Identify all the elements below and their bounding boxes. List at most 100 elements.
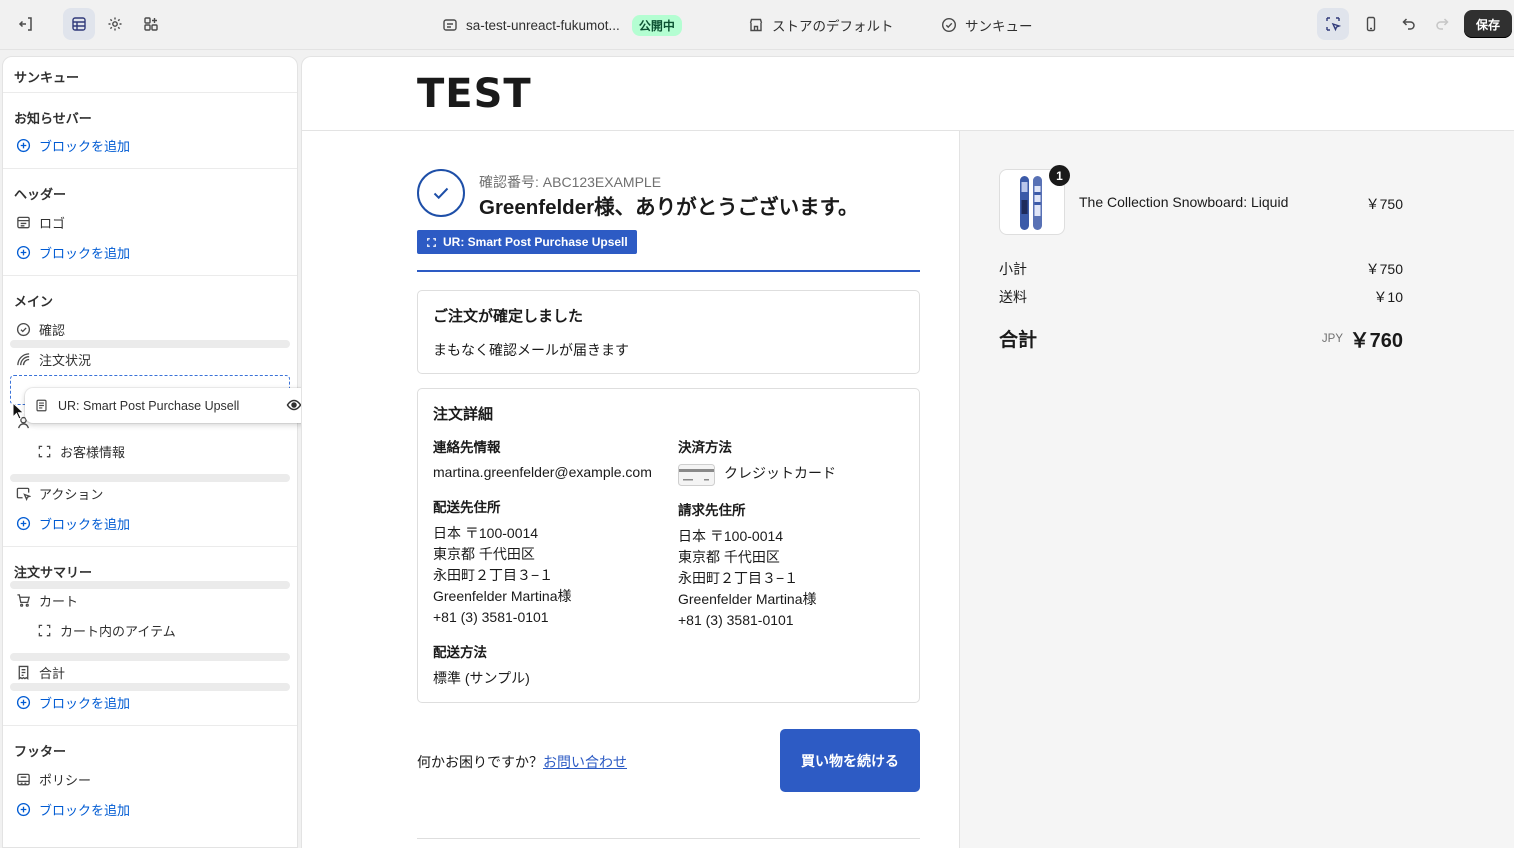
- eye-icon[interactable]: [286, 397, 302, 413]
- sections-icon[interactable]: [63, 8, 95, 40]
- divider: [3, 546, 297, 547]
- sidebar-item-label: ポリシー: [39, 772, 92, 788]
- contact-link[interactable]: お問い合わせ: [543, 754, 627, 770]
- mouse-cursor-icon: [12, 402, 26, 420]
- theme-selector[interactable]: ストアのデフォルト: [748, 0, 894, 50]
- address-line: +81 (3) 3581-0101: [433, 609, 549, 625]
- plus-circle-icon: [15, 694, 31, 710]
- sidebar-item-customer-info[interactable]: お客様情報: [36, 441, 125, 461]
- logo-block-icon: [15, 214, 31, 230]
- contact-label: 連絡先情報: [433, 440, 501, 455]
- gear-icon[interactable]: [99, 8, 131, 40]
- block-frame-icon: [36, 443, 52, 459]
- exit-icon[interactable]: [10, 8, 42, 40]
- card-title: ご注文が確定しました: [433, 308, 584, 325]
- sidebar-item-actions[interactable]: アクション: [15, 483, 103, 503]
- help-text: 何かお困りですか？お問い合わせ: [417, 752, 627, 772]
- sidebar-title: サンキュー: [14, 70, 80, 85]
- sidebar-item-confirmation[interactable]: 確認: [15, 319, 65, 339]
- sidebar-item-total[interactable]: 合計: [15, 662, 65, 682]
- action-icon: [15, 485, 31, 501]
- sidebar-item-policy[interactable]: ポリシー: [15, 769, 91, 789]
- order-status-icon: [15, 351, 31, 367]
- undo-icon[interactable]: [1393, 8, 1425, 40]
- order-summary-pane: 1 The Collection Snowboard: Liquid ￥750 …: [959, 131, 1514, 848]
- sidebar-item-order-status[interactable]: 注文状況: [15, 349, 91, 369]
- sidebar-item-label: カート内のアイテム: [60, 623, 176, 639]
- success-check-icon: [417, 169, 465, 217]
- plus-circle-icon: [15, 137, 31, 153]
- help-label: 何かお困りですか？: [417, 754, 543, 770]
- section-main-heading: メイン: [14, 294, 54, 309]
- order-confirmed-card: ご注文が確定しました まもなく確認メールが届きます: [417, 290, 920, 374]
- add-block-label: ブロックを追加: [39, 695, 131, 711]
- address-line: Greenfelder Martina様: [433, 588, 572, 604]
- sidebar-item-label: 合計: [39, 665, 66, 681]
- dragged-block[interactable]: UR: Smart Post Purchase Upsell: [25, 388, 308, 423]
- payment-label: 決済方法: [678, 440, 732, 455]
- shipping-method-label: 配送方法: [433, 645, 487, 660]
- selected-block-tag[interactable]: UR: Smart Post Purchase Upsell: [417, 230, 637, 254]
- billing-address: 日本 〒100-0014 東京都 千代田区 永田町２丁目３−１ Greenfel…: [678, 526, 817, 631]
- sidebar-item-logo[interactable]: ロゴ: [15, 212, 65, 232]
- sidebar-item-label: 注文状況: [39, 352, 92, 368]
- plus-circle-icon: [15, 801, 31, 817]
- checkout-preview: TEST 1 The Collection Snowboard: Liquid …: [301, 56, 1514, 848]
- address-line: 東京都 千代田区: [433, 546, 535, 562]
- sidebar: サンキュー お知らせバー ブロックを追加 ヘッダー ロゴ ブロックを追加 メイン…: [2, 56, 298, 848]
- total-label: 合計: [999, 330, 1038, 351]
- check-circle-icon: [941, 17, 957, 33]
- total-value: ￥760: [1349, 330, 1403, 352]
- page-selector[interactable]: サンキュー: [941, 0, 1033, 50]
- shipping-method: 標準 (サンプル): [433, 670, 530, 686]
- sidebar-item-cart[interactable]: カート: [15, 590, 78, 610]
- payment-method: クレジットカード: [724, 465, 836, 481]
- sidebar-item-label: アクション: [39, 486, 104, 502]
- store-logo[interactable]: TEST: [417, 71, 532, 117]
- credit-card-icon: [678, 464, 715, 486]
- add-block-label: ブロックを追加: [39, 516, 131, 532]
- sidebar-item-label: お客様情報: [60, 444, 126, 460]
- address-line: 永田町２丁目３−１: [678, 570, 799, 586]
- store-name: sa-test-unreact-fukumot...: [466, 17, 620, 33]
- add-block-summary[interactable]: ブロックを追加: [15, 692, 130, 712]
- product-name: The Collection Snowboard: Liquid: [1079, 194, 1289, 210]
- address-line: 東京都 千代田区: [678, 549, 780, 565]
- redo-icon[interactable]: [1426, 8, 1458, 40]
- inspector-icon[interactable]: [1317, 8, 1349, 40]
- continue-shopping-button[interactable]: 買い物を続ける: [780, 729, 920, 792]
- shop-icon: [748, 17, 764, 33]
- preview-header: TEST: [302, 57, 1514, 131]
- shipping-address-label: 配送先住所: [433, 500, 501, 515]
- dragged-block-label: UR: Smart Post Purchase Upsell: [58, 398, 240, 413]
- shipping-label: 送料: [999, 289, 1027, 305]
- drop-zone: [10, 653, 290, 661]
- shipping-address: 日本 〒100-0014 東京都 千代田区 永田町２丁目３−１ Greenfel…: [433, 523, 572, 628]
- sidebar-item-label: ロゴ: [39, 215, 66, 231]
- block-insert-indicator: [417, 270, 920, 272]
- add-block-main[interactable]: ブロックを追加: [15, 513, 130, 533]
- policy-icon: [15, 771, 31, 787]
- address-line: +81 (3) 3581-0101: [678, 612, 794, 628]
- mobile-icon[interactable]: [1355, 8, 1387, 40]
- cart-icon: [15, 592, 31, 608]
- add-block-announcement[interactable]: ブロックを追加: [15, 135, 130, 155]
- sidebar-item-label: 確認: [39, 322, 66, 338]
- shipping-value: ￥10: [1373, 289, 1403, 305]
- sidebar-item-cart-items[interactable]: カート内のアイテム: [36, 620, 176, 640]
- address-line: 日本 〒100-0014: [678, 528, 784, 544]
- top-bar: sa-test-unreact-fukumot... 公開中 ストアのデフォルト…: [0, 0, 1514, 50]
- apps-icon[interactable]: [135, 8, 167, 40]
- add-block-label: ブロックを追加: [39, 138, 131, 154]
- section-header-heading: ヘッダー: [14, 187, 67, 202]
- add-block-header[interactable]: ブロックを追加: [15, 242, 130, 262]
- check-circle-icon: [15, 321, 31, 337]
- divider: [3, 168, 297, 169]
- subtotal-value: ￥750: [1365, 261, 1403, 277]
- block-frame-icon: [426, 237, 437, 248]
- store-icon: [442, 17, 458, 33]
- store-selector[interactable]: sa-test-unreact-fukumot... 公開中: [442, 0, 682, 50]
- add-block-footer[interactable]: ブロックを追加: [15, 799, 130, 819]
- save-button[interactable]: 保存: [1464, 10, 1512, 38]
- section-footer-heading: フッター: [14, 744, 67, 759]
